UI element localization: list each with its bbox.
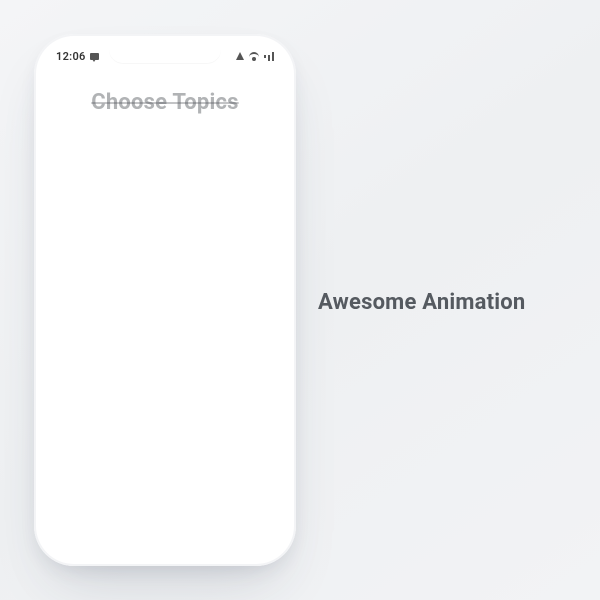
status-bar-left: 12:06 bbox=[56, 50, 99, 63]
phone-device-frame: 12:06 Choose Topics bbox=[34, 34, 296, 566]
cellular-signal-icon bbox=[264, 52, 274, 61]
device-notch bbox=[109, 42, 221, 64]
status-bar-right bbox=[236, 52, 274, 61]
status-bar: 12:06 bbox=[42, 42, 288, 70]
screen-heading: Choose Topics bbox=[42, 90, 288, 115]
promo-caption: Awesome Animation bbox=[318, 290, 525, 315]
status-clock: 12:06 bbox=[56, 50, 86, 63]
alert-triangle-icon bbox=[236, 52, 244, 60]
wifi-icon bbox=[249, 52, 259, 60]
chat-bubble-icon bbox=[90, 53, 99, 60]
phone-screen: 12:06 Choose Topics bbox=[42, 42, 288, 558]
app-content-area[interactable]: Choose Topics bbox=[42, 70, 288, 115]
